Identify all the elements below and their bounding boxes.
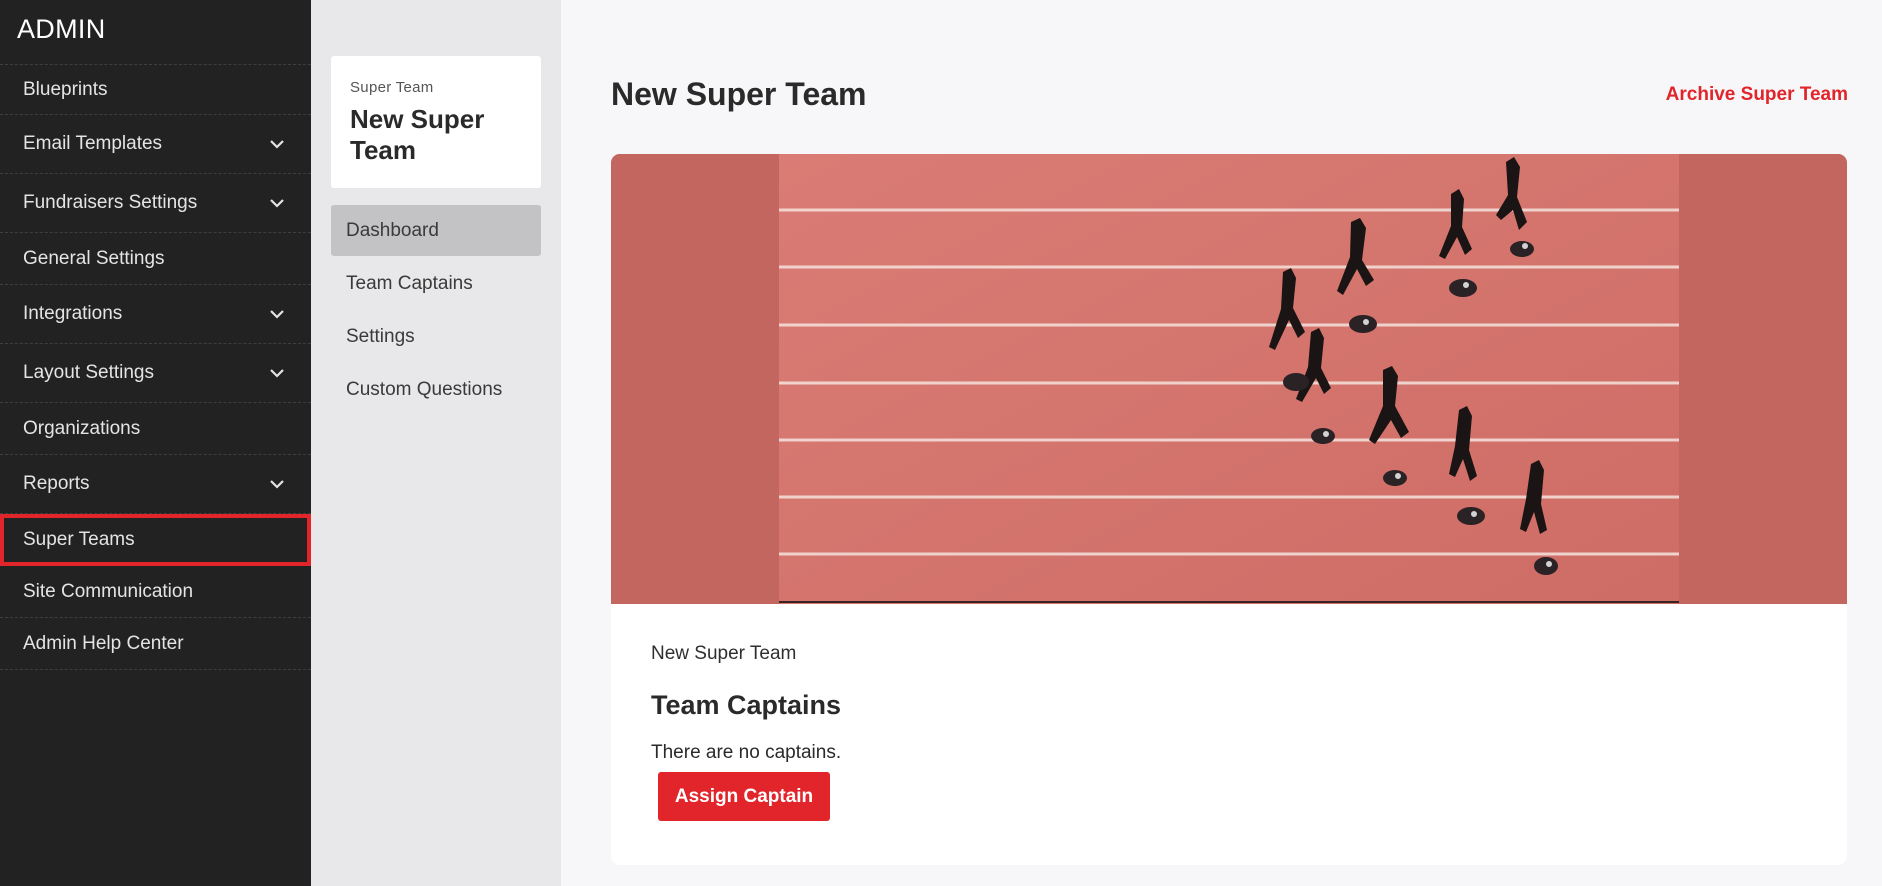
nav-item-general-settings[interactable]: General Settings <box>0 233 311 285</box>
assign-captain-button[interactable]: Assign Captain <box>658 772 830 821</box>
admin-sidebar: ADMIN Blueprints Email Templates Fundrai… <box>0 0 311 886</box>
nav-item-label: Email Templates <box>23 133 163 154</box>
nav-item-blueprints[interactable]: Blueprints <box>0 65 311 115</box>
team-captains-heading: Team Captains <box>651 690 842 720</box>
card-team-name: New Super Team <box>651 643 797 664</box>
page-title: New Super Team <box>611 76 867 112</box>
dashboard-card: New Super Team Team Captains There are n… <box>611 154 1847 865</box>
nav-item-label: Super Teams <box>23 529 135 550</box>
banner-image <box>611 154 1847 604</box>
chevron-down-icon[interactable] <box>269 139 285 149</box>
nav-item-site-communication[interactable]: Site Communication <box>0 566 311 618</box>
nav-item-integrations[interactable]: Integrations <box>0 285 311 344</box>
archive-super-team-link[interactable]: Archive Super Team <box>1666 84 1848 106</box>
chevron-down-icon[interactable] <box>269 309 285 319</box>
sub-nav-team-captains[interactable]: Team Captains <box>331 258 541 309</box>
nav-item-label: Integrations <box>23 303 123 324</box>
admin-title: ADMIN <box>0 0 311 65</box>
nav-item-label: Blueprints <box>23 78 108 100</box>
nav-item-label: Site Communication <box>23 580 194 602</box>
nav-item-label: Organizations <box>23 417 141 439</box>
nav-item-label: Layout Settings <box>23 362 154 383</box>
team-card: Super Team New Super Team <box>331 56 541 188</box>
nav-item-label: General Settings <box>23 247 165 269</box>
nav-item-fundraisers-settings[interactable]: Fundraisers Settings <box>0 174 311 233</box>
super-team-sidebar: Super Team New Super Team Dashboard Team… <box>311 0 561 886</box>
nav-item-layout-settings[interactable]: Layout Settings <box>0 344 311 403</box>
sub-nav-settings[interactable]: Settings <box>331 311 541 362</box>
super-team-nav: Dashboard Team Captains Settings Custom … <box>331 205 541 417</box>
chevron-down-icon[interactable] <box>269 368 285 378</box>
nav-item-label: Reports <box>23 473 90 494</box>
chevron-down-icon[interactable] <box>269 479 285 489</box>
sub-nav-dashboard[interactable]: Dashboard <box>331 205 541 256</box>
running-track-illustration <box>611 154 1847 604</box>
chevron-down-icon[interactable] <box>269 198 285 208</box>
nav-item-label: Fundraisers Settings <box>23 192 198 213</box>
team-card-label: Super Team <box>350 79 434 96</box>
nav-item-label: Admin Help Center <box>23 632 184 654</box>
nav-item-email-templates[interactable]: Email Templates <box>0 115 311 174</box>
main-content: New Super Team Archive Super Team New Su… <box>561 0 1882 886</box>
nav-item-super-teams[interactable]: Super Teams <box>0 514 311 566</box>
nav-item-reports[interactable]: Reports <box>0 455 311 514</box>
sub-nav-custom-questions[interactable]: Custom Questions <box>331 364 541 415</box>
nav-item-admin-help-center[interactable]: Admin Help Center <box>0 618 311 670</box>
nav-item-organizations[interactable]: Organizations <box>0 403 311 455</box>
team-card-name: New Super Team <box>350 104 485 165</box>
no-captains-message: There are no captains. <box>651 742 842 763</box>
